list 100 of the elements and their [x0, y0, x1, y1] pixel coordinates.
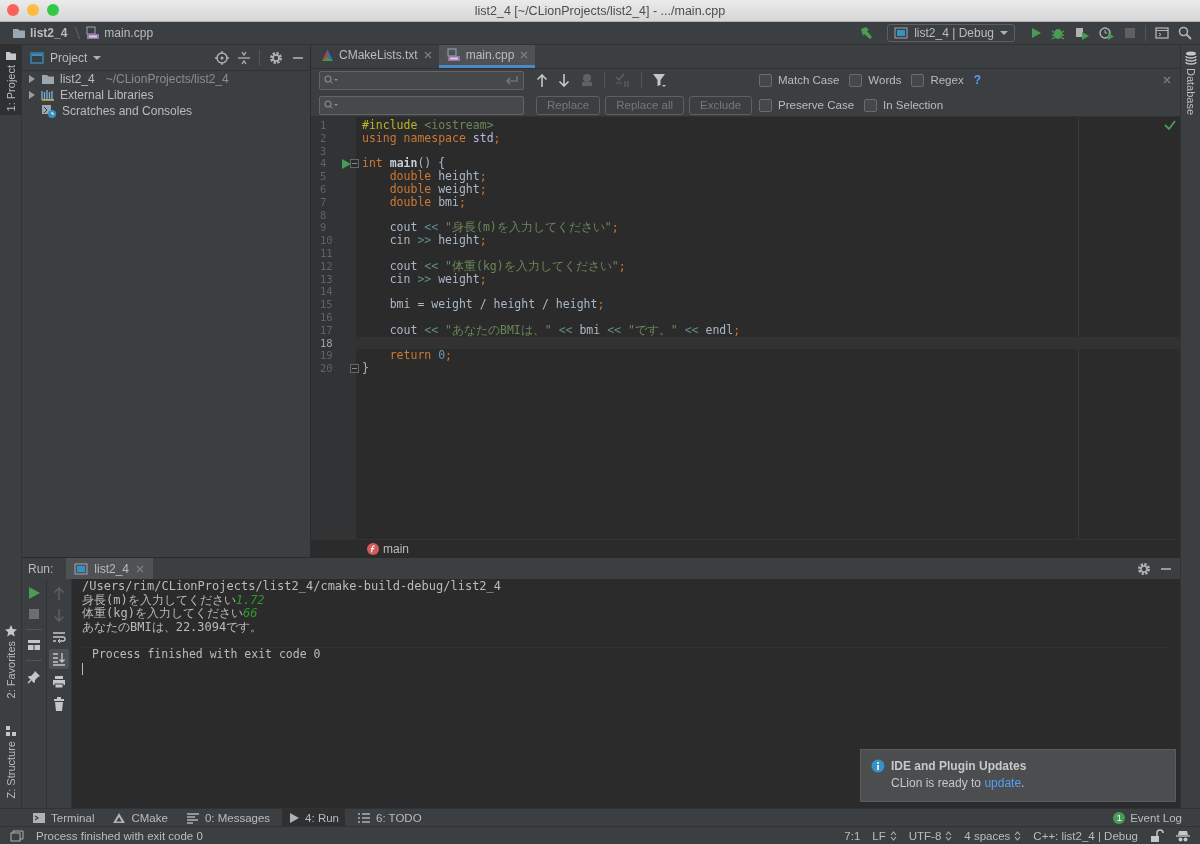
tree-item[interactable]: Scratches and Consoles	[22, 103, 310, 119]
messages-icon	[185, 811, 200, 824]
run-icon[interactable]	[340, 157, 352, 170]
checkbox-label[interactable]: Match Case	[778, 74, 840, 86]
breadcrumb[interactable]: main	[367, 541, 409, 556]
checkbox-label[interactable]: Regex	[930, 74, 964, 86]
tool-window-tab[interactable]: Z: Structure	[0, 718, 21, 802]
scroll-to-end-button[interactable]	[49, 649, 69, 669]
code-line: return 0;	[388, 348, 453, 363]
settings-icon[interactable]	[269, 50, 283, 65]
code-line: #include <iostream>	[362, 118, 494, 132]
close-icon[interactable]	[135, 563, 146, 574]
notification-message: CLion is ready to update.	[891, 776, 1026, 790]
close-icon[interactable]	[1162, 75, 1172, 85]
checkbox[interactable]	[864, 98, 878, 112]
search-icon[interactable]	[1178, 26, 1192, 40]
inspector-icon[interactable]	[1176, 828, 1190, 843]
check-icon	[1164, 120, 1176, 130]
tool-window-tab[interactable]: 6: TODO	[351, 809, 428, 826]
tool-window-tab[interactable]: 4: Run	[282, 809, 345, 826]
status-item[interactable]: C++: list2_4 | Debug	[1033, 829, 1138, 842]
filter-icon[interactable]	[652, 73, 666, 87]
code-line: int main() {	[362, 156, 446, 171]
code-line: cout << "体重(kg)を入力してください";	[388, 258, 626, 273]
pin-icon[interactable]	[27, 670, 41, 684]
folder-icon	[41, 73, 55, 85]
editor-tab[interactable]: CMakeLists.txt	[313, 45, 439, 68]
collapsed-arrow-icon[interactable]	[28, 90, 36, 100]
triangle-logo-icon	[321, 48, 334, 62]
collapse-all-icon[interactable]	[238, 50, 250, 65]
soft-wrap-icon[interactable]	[52, 631, 66, 643]
breadcrumb[interactable]: list2_4	[12, 26, 68, 40]
run-icon[interactable]	[1030, 27, 1042, 39]
collapsed-arrow-icon[interactable]	[28, 74, 36, 84]
scroll-to-end-icon	[52, 652, 66, 666]
tool-window-tab[interactable]: Database	[1181, 45, 1200, 122]
fold-icon[interactable]	[350, 159, 359, 169]
terminal-window-icon[interactable]	[1155, 27, 1169, 39]
checkbox[interactable]	[759, 98, 772, 112]
checkbox[interactable]	[911, 73, 925, 87]
console-line: あなたのBMIは、22.3094です。	[82, 620, 264, 634]
hammer-icon[interactable]	[858, 26, 875, 40]
close-window-button[interactable]	[7, 4, 19, 16]
run-with-coverage-icon[interactable]	[1074, 26, 1090, 40]
stop-icon[interactable]	[28, 608, 40, 620]
settings-icon[interactable]	[1137, 561, 1151, 576]
down-arrow-icon[interactable]	[558, 73, 570, 87]
search-field[interactable]	[319, 70, 524, 90]
code-line: using namespace std;	[362, 130, 501, 145]
project-view-dropdown[interactable]: Project	[30, 50, 102, 65]
run-icon[interactable]	[28, 587, 40, 599]
up-arrow-icon[interactable]	[536, 73, 548, 87]
event-log-tab[interactable]: 1 Event Log	[1107, 809, 1188, 826]
status-item[interactable]: 4 spaces	[964, 829, 1022, 842]
info-icon	[871, 759, 885, 773]
enter-icon	[505, 75, 519, 85]
checkbox[interactable]	[849, 73, 863, 87]
tool-window-tab[interactable]: 2: Favorites	[0, 619, 21, 703]
search-field[interactable]	[319, 95, 524, 115]
status-message: Process finished with exit code 0	[36, 829, 203, 842]
status-item[interactable]: 7:1	[844, 829, 861, 842]
window-icon	[74, 562, 89, 575]
tool-window-tab[interactable]: 0: Messages	[179, 809, 277, 826]
profiler-icon[interactable]	[1099, 26, 1115, 40]
triangle-icon	[112, 811, 127, 824]
lock-icon[interactable]	[1150, 828, 1164, 843]
checkbox-label[interactable]: In Selection	[883, 99, 944, 111]
tree-item[interactable]: list2_4 ~/CLionProjects/list2_4	[22, 71, 310, 87]
checkbox-label[interactable]: Words	[868, 74, 902, 86]
close-icon[interactable]	[422, 50, 433, 60]
checkbox[interactable]	[759, 73, 772, 87]
code-line: bmi = weight / height / height;	[388, 297, 605, 312]
breadcrumb[interactable]: main.cpp	[86, 26, 154, 40]
debug-icon[interactable]	[1051, 26, 1065, 40]
trash-icon[interactable]	[53, 697, 65, 711]
tool-window-tab[interactable]: Terminal	[26, 809, 101, 826]
cpp-file-icon	[86, 26, 101, 40]
code-line: }	[362, 361, 369, 376]
window-title: list2_4 [~/CLionProjects/list2_4] - .../main.cpp	[474, 3, 726, 18]
code-line: cin >> height;	[388, 233, 487, 248]
run-tab[interactable]: list2_4	[66, 558, 154, 579]
up-down-arrows-icon	[1014, 830, 1022, 841]
fold-icon[interactable]	[350, 364, 359, 374]
status-item[interactable]: LF	[872, 829, 897, 842]
print-icon[interactable]	[52, 675, 66, 688]
tool-window-tab[interactable]: 1: Project	[0, 45, 21, 116]
run-configuration-dropdown[interactable]: list2_4 | Debug	[887, 24, 1015, 42]
help-link[interactable]: ?	[973, 73, 981, 87]
status-item[interactable]: UTF-8	[908, 829, 953, 842]
locate-icon[interactable]	[215, 50, 229, 65]
editor-tab[interactable]: main.cpp	[438, 45, 536, 68]
tree-item[interactable]: External Libraries	[22, 87, 310, 103]
checkbox-label[interactable]: Preserve Case	[778, 99, 855, 111]
tool-windows-icon[interactable]	[10, 829, 24, 842]
code-line: double weight;	[388, 182, 487, 196]
close-icon[interactable]	[519, 50, 530, 60]
folder-icon	[4, 51, 17, 61]
tool-window-tab[interactable]: CMake	[106, 809, 174, 826]
layout-icon[interactable]	[27, 639, 41, 651]
code-line: double height;	[388, 169, 487, 184]
